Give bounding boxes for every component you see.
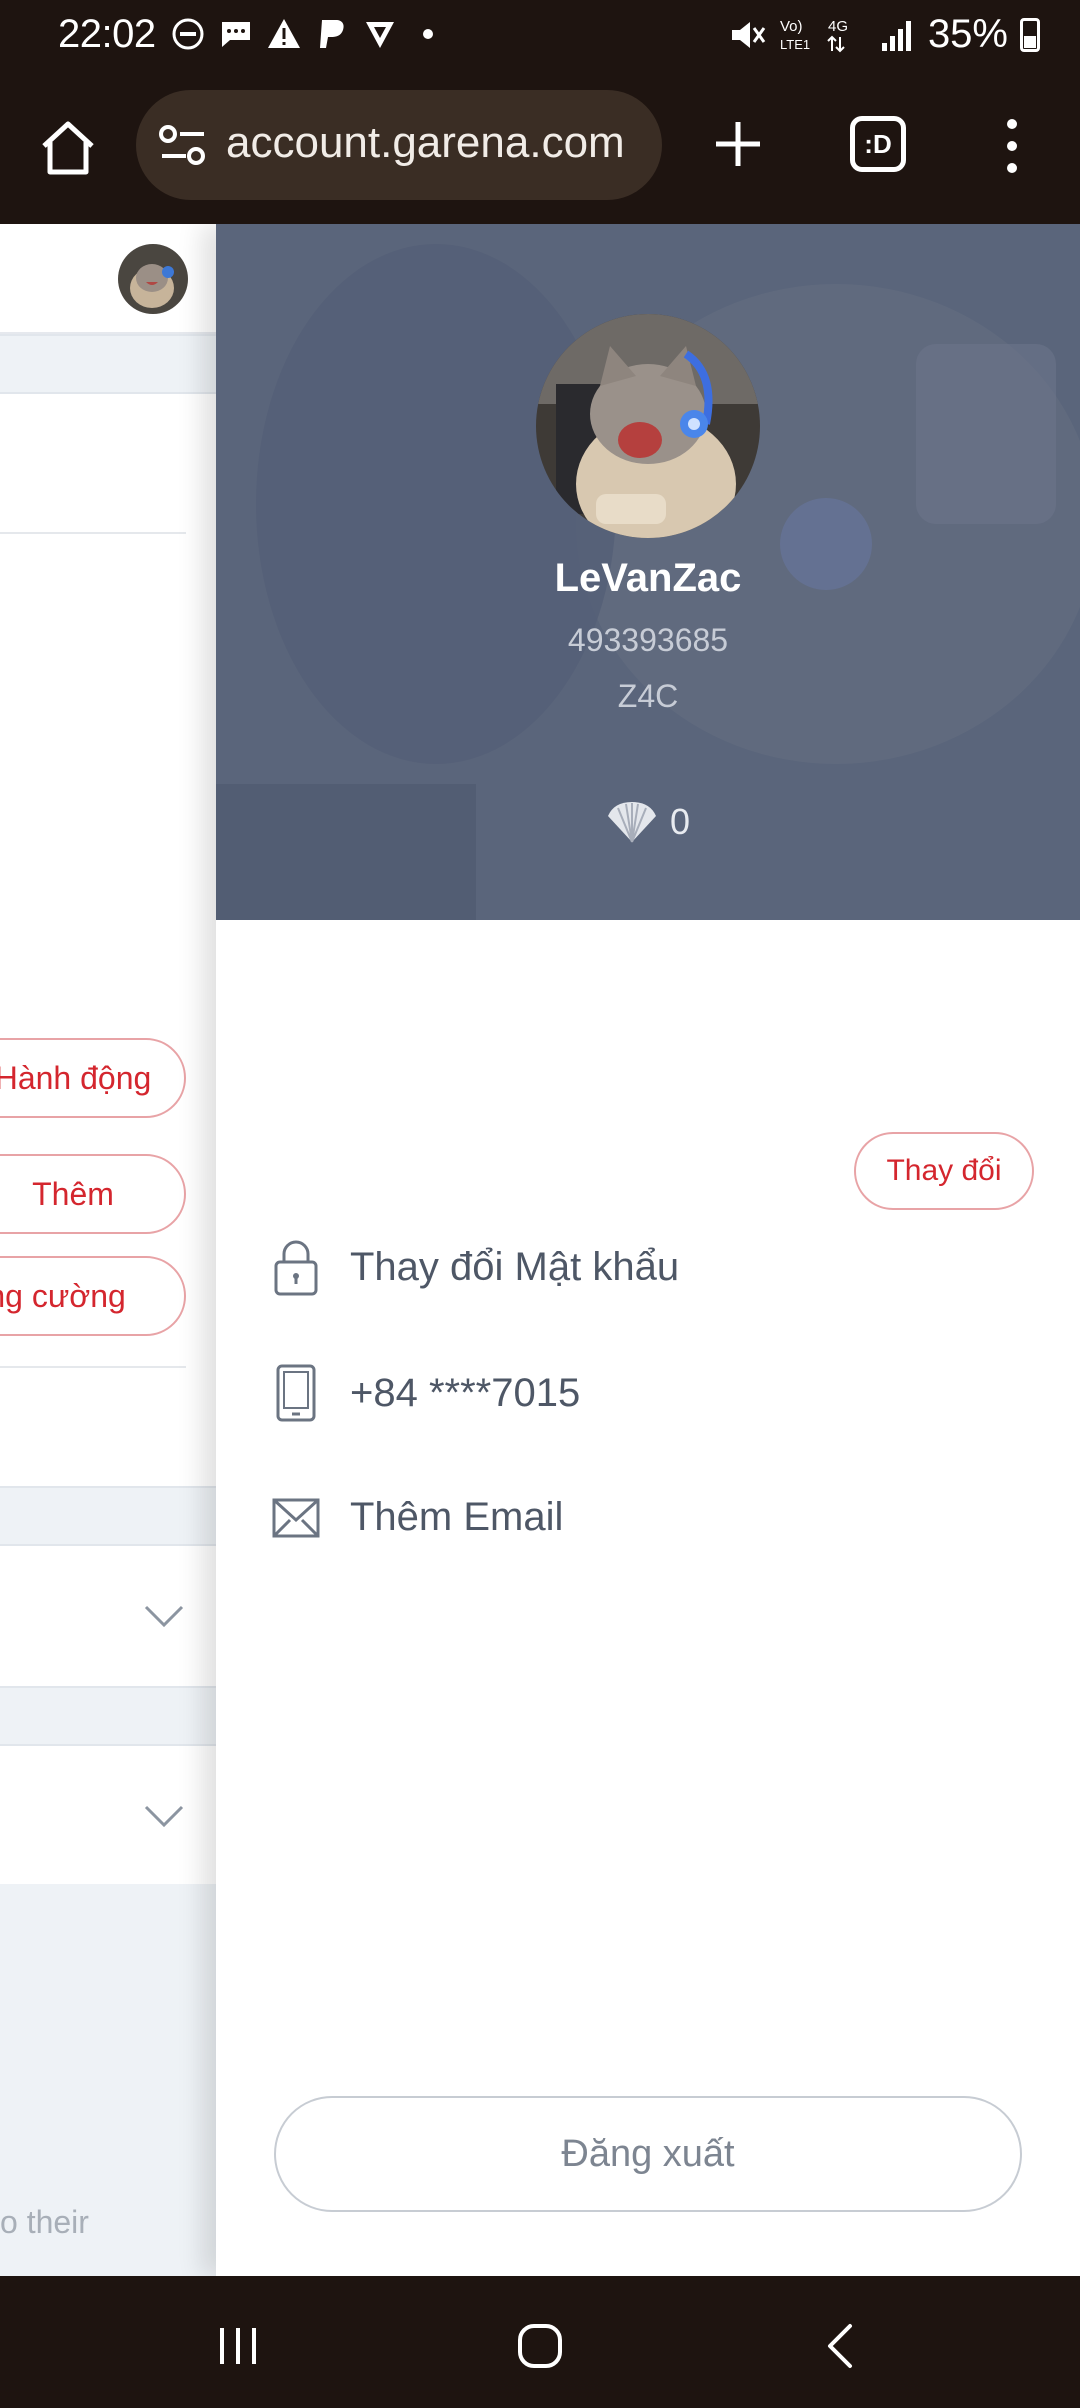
paypal-icon <box>314 16 350 52</box>
profile-region: Z4C <box>617 678 679 714</box>
svg-text:Vo): Vo) <box>780 18 803 35</box>
network-icon: Vo) LTE1 4G <box>780 18 848 52</box>
shells-balance: 0 <box>604 800 690 844</box>
action-button[interactable]: Hành động <box>0 1038 186 1118</box>
phone-icon <box>276 1364 316 1422</box>
add-email-label[interactable]: Thêm Email <box>350 1495 563 1540</box>
profile-user-id: 493393685 <box>567 622 729 658</box>
add-button[interactable]: Thêm <box>0 1154 186 1234</box>
signal-icon <box>881 20 911 51</box>
enhance-button[interactable]: Tăng cường <box>0 1256 186 1336</box>
change-password-label[interactable]: Thay đổi Mật khẩu <box>350 1245 679 1290</box>
battery-icon <box>1020 17 1040 52</box>
chevron-down-icon[interactable] <box>144 1604 184 1628</box>
add-email-item[interactable]: Thêm Email <box>272 1472 1052 1562</box>
system-nav-bar <box>0 2276 1080 2408</box>
mail-icon <box>272 1498 320 1538</box>
status-bar: 22:02 Vo) LTE1 4G 35% <box>0 0 1080 72</box>
phone-item: +84 ****7015 <box>272 1348 1052 1438</box>
change-phone-button[interactable]: Thay đổi <box>854 1132 1034 1210</box>
web-content: Hành động Thêm Tăng cường o their <box>0 224 1080 2276</box>
notification-icons <box>170 16 446 52</box>
change-password-item[interactable]: Thay đổi Mật khẩu <box>272 1222 1052 1312</box>
divider <box>0 1366 186 1368</box>
new-tab-icon[interactable] <box>710 116 766 172</box>
browser-toolbar: account.garena.com :D <box>0 72 1080 224</box>
phone-number: +84 ****7015 <box>350 1370 581 1415</box>
background-header <box>0 224 216 334</box>
site-settings-icon[interactable] <box>158 122 208 168</box>
header-avatar[interactable] <box>118 244 188 314</box>
shells-count: 0 <box>670 801 691 842</box>
address-bar[interactable]: account.garena.com <box>136 90 662 200</box>
background-band <box>0 334 216 394</box>
url-text[interactable]: account.garena.com <box>226 118 625 168</box>
status-time: 22:02 <box>58 12 156 56</box>
warning-icon <box>266 16 302 52</box>
profile-username: LeVanZac <box>554 556 742 600</box>
mute-icon <box>731 21 766 48</box>
logout-button[interactable]: Đăng xuất <box>274 2096 1022 2212</box>
profile-header: LeVanZac 493393685 Z4C 0 <box>216 224 1080 920</box>
message-icon <box>218 16 254 52</box>
lock-icon <box>274 1240 318 1296</box>
recent-apps-icon[interactable] <box>208 2316 268 2376</box>
chevron-down-icon[interactable] <box>144 1804 184 1828</box>
divider <box>0 532 186 534</box>
back-icon[interactable] <box>812 2316 872 2376</box>
footer-text: o their <box>0 2204 89 2240</box>
home-icon[interactable] <box>38 118 98 178</box>
vpn-shield-icon <box>362 16 398 52</box>
profile-avatar[interactable] <box>536 314 760 538</box>
shell-icon <box>608 802 656 843</box>
account-drawer: LeVanZac 493393685 Z4C 0 Thay đổi Mật kh… <box>216 224 1080 2276</box>
more-dot-icon <box>410 16 446 52</box>
more-options-icon[interactable] <box>1000 116 1024 176</box>
tab-switcher-button[interactable]: :D <box>850 116 906 172</box>
svg-text:LTE1: LTE1 <box>780 37 810 52</box>
status-right: Vo) LTE1 4G 35% <box>728 12 1040 57</box>
home-nav-icon[interactable] <box>510 2316 570 2376</box>
battery-percent: 35% <box>927 12 1008 56</box>
background-band <box>0 1486 216 1546</box>
svg-text:4G: 4G <box>828 18 848 35</box>
background-band <box>0 1686 216 1746</box>
background-page: Hành động Thêm Tăng cường o their <box>0 224 216 2276</box>
dnd-icon <box>170 16 206 52</box>
